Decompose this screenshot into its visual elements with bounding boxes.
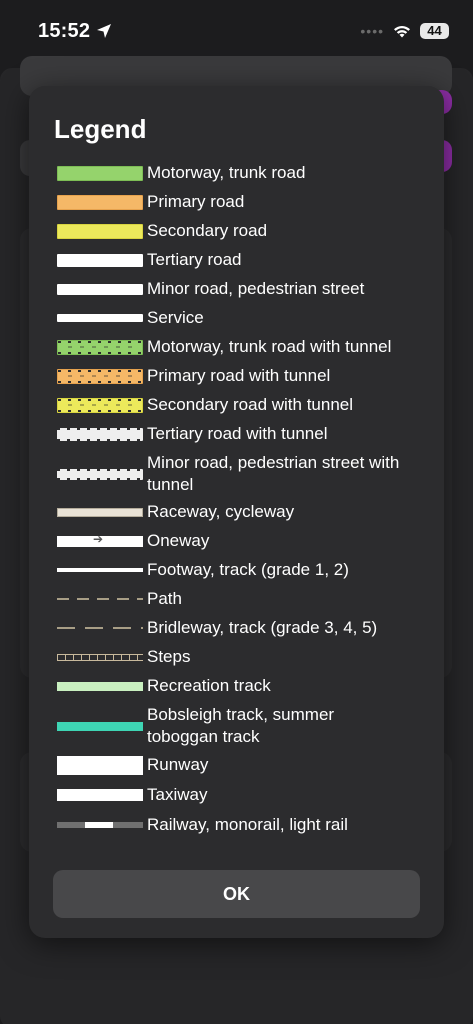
legend-label: Railway, monorail, light rail [147, 815, 348, 834]
legend-label: Minor road, pedestrian street with tunne… [147, 453, 400, 494]
legend-item: Footway, track (grade 1, 2) [57, 559, 427, 581]
cellular-signal-icon: •••• [360, 23, 384, 39]
legend-item: Recreation track [57, 675, 427, 697]
legend-label: Path [147, 589, 182, 608]
legend-item: Motorway, trunk road with tunnel [57, 336, 427, 358]
legend-item: Primary road with tunnel [57, 365, 427, 387]
legend-label: Bridleway, track (grade 3, 4, 5) [147, 618, 378, 637]
legend-item: Railway, monorail, light rail [57, 814, 427, 836]
legend-label: Motorway, trunk road [147, 163, 306, 182]
legend-swatch-runway [57, 754, 143, 776]
legend-item: Service [57, 307, 427, 329]
legend-swatch-tertiary-tunnel [57, 425, 143, 443]
legend-swatch-bobsleigh [57, 717, 143, 735]
legend-swatch-motorway [57, 164, 143, 182]
legend-item: Taxiway [57, 784, 427, 806]
legend-item: ➔ Oneway [57, 530, 427, 552]
legend-label: Runway [147, 755, 209, 774]
legend-swatch-minor-tunnel [57, 465, 143, 483]
legend-swatch-railway [57, 816, 143, 834]
legend-item: Runway [57, 754, 427, 776]
legend-swatch-oneway: ➔ [57, 532, 143, 550]
legend-label: Taxiway [147, 785, 208, 804]
legend-item: Raceway, cycleway [57, 501, 427, 523]
legend-label: Minor road, pedestrian street [147, 279, 365, 298]
legend-item: Bridleway, track (grade 3, 4, 5) [57, 617, 427, 639]
legend-swatch-footway [57, 561, 143, 579]
legend-label: Recreation track [147, 676, 271, 695]
legend-swatch-primary [57, 193, 143, 211]
legend-swatch-service [57, 309, 143, 327]
arrow-right-icon: ➔ [93, 531, 104, 546]
status-bar: 15:52 •••• 44 [0, 0, 473, 62]
legend-swatch-recreation [57, 677, 143, 695]
legend-label: Footway, track (grade 1, 2) [147, 560, 349, 579]
legend-swatch-primary-tunnel [57, 367, 143, 385]
legend-label: Tertiary road [147, 250, 242, 269]
legend-item: Steps [57, 646, 427, 668]
legend-swatch-steps [57, 648, 143, 666]
legend-item: Secondary road with tunnel [57, 394, 427, 416]
dialog-title: Legend [54, 114, 147, 144]
battery-icon: 44 [420, 23, 449, 39]
legend-label: Primary road with tunnel [147, 366, 331, 385]
legend-dialog: Legend Motorway, trunk road Primary road… [29, 86, 444, 938]
legend-swatch-motorway-tunnel [57, 338, 143, 356]
legend-label: Secondary road [147, 221, 268, 240]
legend-label: Steps [147, 647, 191, 666]
legend-label: Oneway [147, 531, 210, 550]
legend-item: Primary road [57, 191, 427, 213]
legend-item: Secondary road [57, 220, 427, 242]
legend-swatch-secondary-tunnel [57, 396, 143, 414]
legend-swatch-path [57, 590, 143, 608]
legend-label: Bobsleigh track, summer toboggan track [147, 705, 335, 746]
legend-label: Raceway, cycleway [147, 502, 295, 521]
legend-label: Service [147, 308, 204, 327]
legend-swatch-bridleway [57, 619, 143, 637]
legend-item: Tertiary road [57, 249, 427, 271]
legend-item: Tertiary road with tunnel [57, 423, 427, 445]
legend-item: Path [57, 588, 427, 610]
legend-label: Motorway, trunk road with tunnel [147, 337, 392, 356]
legend-swatch-tertiary [57, 251, 143, 269]
wifi-icon [394, 26, 410, 38]
legend-item: Minor road, pedestrian street with tunne… [57, 452, 427, 496]
legend-label: Secondary road with tunnel [147, 395, 354, 414]
legend-label: Tertiary road with tunnel [147, 424, 328, 443]
ok-button[interactable]: OK [53, 870, 420, 918]
legend-item: Bobsleigh track, summer toboggan track [57, 704, 427, 748]
location-arrow-icon [97, 24, 112, 38]
status-time: 15:52 [38, 19, 91, 42]
legend-swatch-taxiway [57, 786, 143, 804]
legend-item: Minor road, pedestrian street [57, 278, 427, 300]
legend-swatch-minor [57, 280, 143, 298]
legend-label: Primary road [147, 192, 245, 211]
legend-swatch-secondary [57, 222, 143, 240]
legend-item: Motorway, trunk road [57, 162, 427, 184]
legend-swatch-raceway [57, 503, 143, 521]
